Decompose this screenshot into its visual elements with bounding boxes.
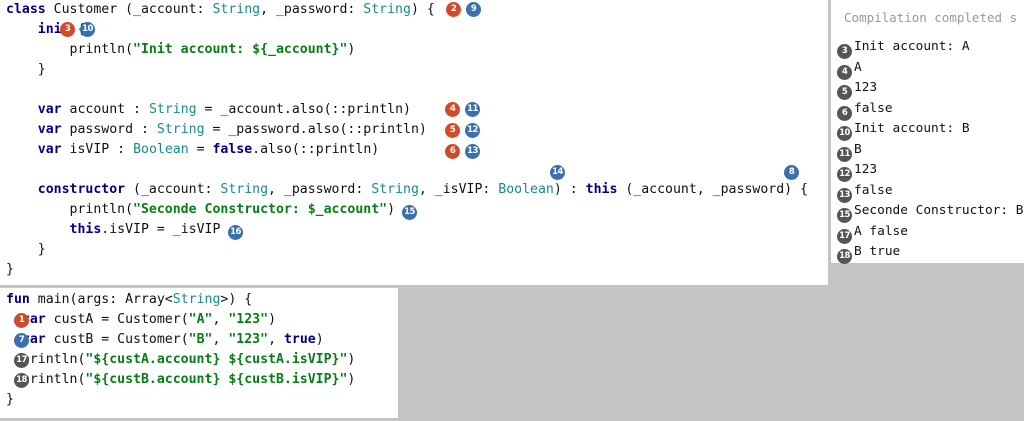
code-line: } xyxy=(6,62,46,77)
output-line: 15 Seconde Constructor: B xyxy=(837,201,1024,223)
output-line: 17 A false xyxy=(837,222,908,244)
output-text: 123 xyxy=(854,162,878,177)
step-badge: 1 xyxy=(14,313,29,328)
output-line: 18 B true xyxy=(837,242,900,264)
output-text: Init account: B xyxy=(854,121,970,136)
step-badge: 6 xyxy=(445,144,460,159)
step-badge: 16 xyxy=(228,225,243,240)
output-panel: Compilation completed s 3 Init account: A… xyxy=(831,0,1024,264)
output-text: B true xyxy=(854,244,901,259)
output-text: Seconde Constructor: B xyxy=(854,203,1024,218)
output-line: 11 B xyxy=(837,140,862,162)
code-line: var account : String = _account.also(::p… xyxy=(37,102,411,117)
output-text: A xyxy=(854,59,862,75)
output-text: 123 xyxy=(854,80,878,95)
step-badge: 14 xyxy=(550,165,565,180)
output-line: 5 123 xyxy=(837,78,877,100)
step-badge: 8 xyxy=(784,165,799,180)
main-code-panel: fun main(args: Array<String>) { var cust… xyxy=(0,288,398,418)
output-line: 13 false xyxy=(837,181,893,203)
step-badge: 10 xyxy=(80,22,95,37)
code-line: constructor (_account: String, _password… xyxy=(37,182,808,197)
step-badge: 11 xyxy=(465,102,480,117)
output-line: 3 Init account: A xyxy=(837,37,970,59)
step-badge: 15 xyxy=(402,205,417,220)
output-line: 10 Init account: B xyxy=(837,119,970,141)
step-badge: 18 xyxy=(14,373,29,388)
code-line: var custA = Customer("A", "123") xyxy=(21,312,277,327)
code-line: } xyxy=(6,262,14,277)
step-badge: 2 xyxy=(446,2,461,17)
code-line: class Customer (_account: String, _passw… xyxy=(6,2,435,17)
class-code-panel: class Customer (_account: String, _passw… xyxy=(0,0,828,285)
code-line: fun main(args: Array<String>) { xyxy=(6,292,253,307)
output-line: 12 123 xyxy=(837,160,877,182)
code-line: } xyxy=(6,392,14,407)
output-text: A false xyxy=(854,223,908,239)
step-badge: 5 xyxy=(445,123,460,138)
code-line: this.isVIP = _isVIP xyxy=(69,222,221,237)
step-badge: 18 xyxy=(837,249,852,264)
code-line: println("${custA.account} ${custA.isVIP}… xyxy=(6,352,356,367)
output-text: Init account: A xyxy=(854,39,970,54)
output-text: false xyxy=(854,182,893,198)
code-line: var isVIP : Boolean = false.also(::print… xyxy=(37,142,380,157)
step-badge: 13 xyxy=(465,144,480,159)
step-badge: 3 xyxy=(60,22,75,37)
code-line: var custB = Customer("B", "123", true) xyxy=(21,332,324,347)
output-line: 6 false xyxy=(837,99,893,121)
step-badge: 17 xyxy=(14,353,29,368)
step-badge: 4 xyxy=(445,102,460,117)
compilation-status: Compilation completed s xyxy=(844,10,1018,25)
code-line: println("Init account: ${_account}") xyxy=(6,42,356,57)
code-line: println("Seconde Constructor: $_account"… xyxy=(6,202,396,217)
step-badge: 9 xyxy=(466,2,481,17)
output-text: false xyxy=(854,100,893,116)
step-badge: 12 xyxy=(465,123,480,138)
code-line: var password : String = _password.also(:… xyxy=(37,122,427,137)
step-badge: 7 xyxy=(14,333,29,348)
code-line: println("${custB.account} ${custB.isVIP}… xyxy=(6,372,356,387)
code-line: } xyxy=(6,242,46,257)
output-text: B xyxy=(854,141,862,157)
output-line: 4A xyxy=(837,58,862,80)
